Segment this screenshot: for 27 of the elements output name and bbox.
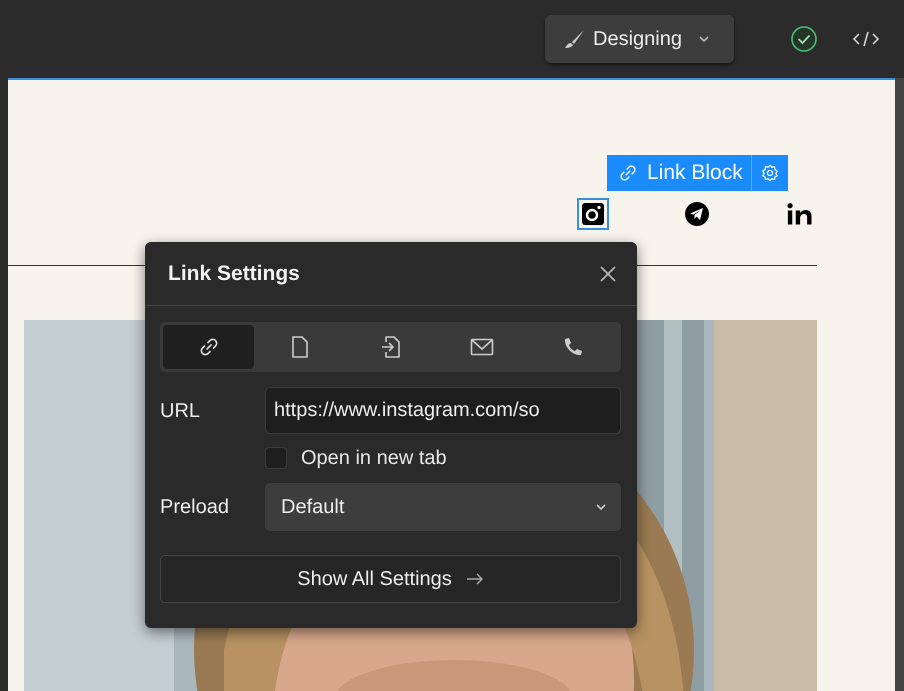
checkbox-label: Open in new tab: [301, 446, 447, 471]
enter-icon: [380, 335, 402, 359]
element-label-text: Link Block: [647, 160, 743, 186]
code-icon[interactable]: [852, 29, 880, 49]
field-label: URL: [160, 398, 202, 424]
field-label: Preload: [160, 495, 230, 520]
link-type-tab[interactable]: [163, 325, 254, 369]
chevron-down-icon: [698, 35, 710, 43]
link-icon: [198, 337, 218, 357]
instagram-icon: [581, 202, 605, 226]
link-icon: [619, 164, 637, 182]
mode-dropdown[interactable]: Designing: [545, 15, 734, 63]
dialog-title: Link Settings: [168, 260, 300, 287]
show-all-settings-button[interactable]: Show All Settings: [160, 555, 621, 603]
telegram-icon: [684, 201, 710, 227]
preload-dropdown[interactable]: Default: [265, 483, 621, 531]
scrollbar[interactable]: [895, 78, 904, 691]
arrow-right-icon: [466, 573, 484, 585]
url-field[interactable]: https://www.instagram.com/so: [265, 387, 621, 434]
close-icon[interactable]: [599, 264, 617, 282]
check-circle-icon[interactable]: [790, 25, 818, 53]
page-icon: [290, 335, 310, 359]
envelope-icon: [470, 338, 494, 356]
checkbox[interactable]: [265, 447, 287, 469]
brush-icon: [563, 29, 586, 49]
chevron-down-icon: [595, 503, 607, 511]
social-link[interactable]: [577, 198, 609, 230]
